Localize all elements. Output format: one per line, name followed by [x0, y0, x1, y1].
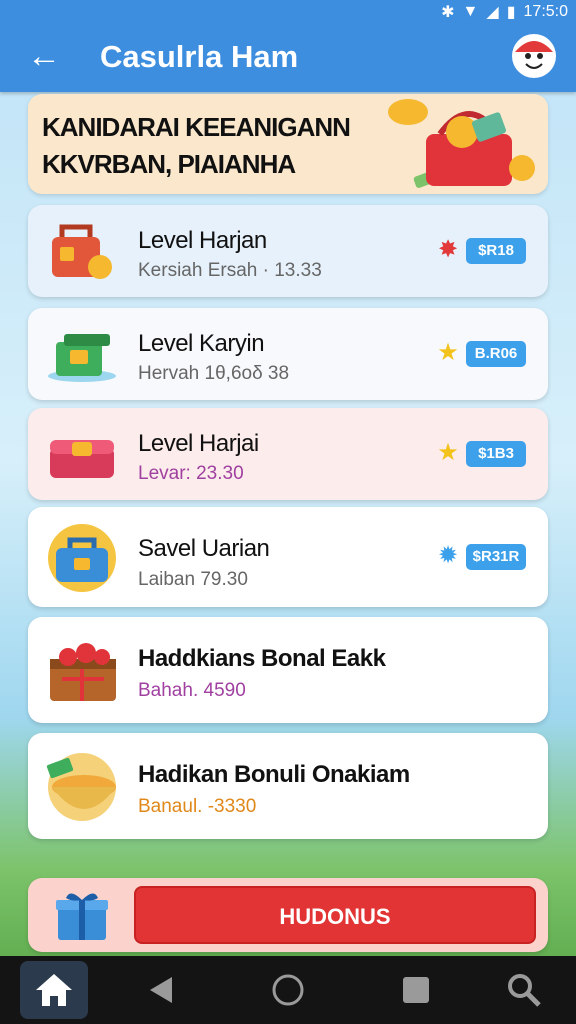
back-triangle-icon[interactable] [132, 964, 188, 1016]
item-title: Hadikan Bonuli Onakiam [138, 761, 410, 788]
status-time: 17:5:0 [523, 3, 568, 20]
price-badge[interactable]: $R31R [466, 544, 526, 570]
gift-box-icon [56, 893, 108, 940]
item-subtitle: Hervah 1θ,6οδ 38 [138, 363, 290, 384]
item-subtitle: Laiban 79.30 [138, 569, 248, 590]
banner-line-1: KANIDARAI KEEANIGANN [42, 112, 351, 142]
item-title: Level Karyin [138, 330, 265, 357]
item-title: Haddkians Bonal Eakk [138, 645, 386, 672]
home-circle-icon[interactable] [260, 964, 316, 1016]
price-badge[interactable]: $R18 [466, 238, 526, 264]
list-item[interactable]: Level Harjan Kersiah Ersah · 13.33 ✸ $R1… [28, 205, 548, 297]
list-item[interactable]: Savel Uarian Laiban 79.30 ✹ $R31R [28, 507, 548, 607]
bluetooth-icon: ✱ [441, 4, 455, 21]
lunchbox-icon [52, 224, 112, 279]
wifi-icon: ▼ [462, 3, 479, 20]
battery-icon: ▮ [506, 4, 516, 21]
bonus-button[interactable]: HUDONUS [134, 886, 536, 944]
item-subtitle: Kersiah Ersah · 13.33 [138, 260, 322, 281]
price-badge[interactable]: B.R06 [466, 341, 526, 367]
system-nav-bar [0, 956, 576, 1024]
face-icon [513, 35, 555, 77]
cash-box-icon [48, 334, 116, 382]
gold-bowl-icon [46, 753, 116, 821]
star-icon: ★ [437, 439, 459, 466]
list-item[interactable]: Level Karyin Hervah 1θ,6οδ 38 ★ B.R06 [28, 308, 548, 400]
coin-case-icon [48, 524, 116, 592]
banner-line-2: KKVRBAN, PIAIANHA [42, 149, 296, 179]
star-icon: ★ [437, 339, 459, 366]
home-icon[interactable] [20, 961, 88, 1019]
price-badge[interactable]: $1B3 [466, 441, 526, 467]
search-icon[interactable] [496, 964, 552, 1016]
item-subtitle: Banaul. -3330 [138, 796, 257, 817]
treasure-box-icon [50, 440, 114, 478]
recents-square-icon[interactable] [388, 964, 444, 1016]
app-bar: ← Casulrla Ham [0, 22, 576, 92]
gift-basket-icon [50, 643, 116, 701]
signal-icon: ◢ [486, 4, 499, 21]
item-title: Level Harjan [138, 227, 267, 254]
star-icon: ✸ [437, 236, 459, 263]
avatar[interactable] [512, 34, 556, 78]
gear-badge-icon: ✹ [437, 542, 459, 569]
list-item[interactable]: Hadikan Bonuli Onakiam Banaul. -3330 [28, 733, 548, 839]
item-subtitle: Levar: 23.30 [138, 463, 244, 484]
item-title: Savel Uarian [138, 535, 270, 562]
bonus-bar: HUDONUS [28, 878, 548, 952]
page-title: Casulrla Ham [100, 39, 299, 74]
status-bar: ✱ ▼ ◢ ▮ 17:5:0 [0, 0, 576, 22]
promo-banner[interactable]: KANIDARAI KEEANIGANN KKVRBAN, PIAIANHA [28, 94, 548, 194]
basket-icon [388, 99, 535, 188]
item-title: Level Harjai [138, 430, 259, 457]
arrow-left-icon[interactable]: ← [24, 36, 64, 76]
list-item[interactable]: Haddkians Bonal Eakk Bahah. 4590 [28, 617, 548, 723]
list-item[interactable]: Level Harjai Levar: 23.30 ★ $1B3 [28, 408, 548, 500]
status-icons: ✱ ▼ ◢ ▮ 17:5:0 [441, 2, 568, 22]
item-subtitle: Bahah. 4590 [138, 680, 246, 701]
